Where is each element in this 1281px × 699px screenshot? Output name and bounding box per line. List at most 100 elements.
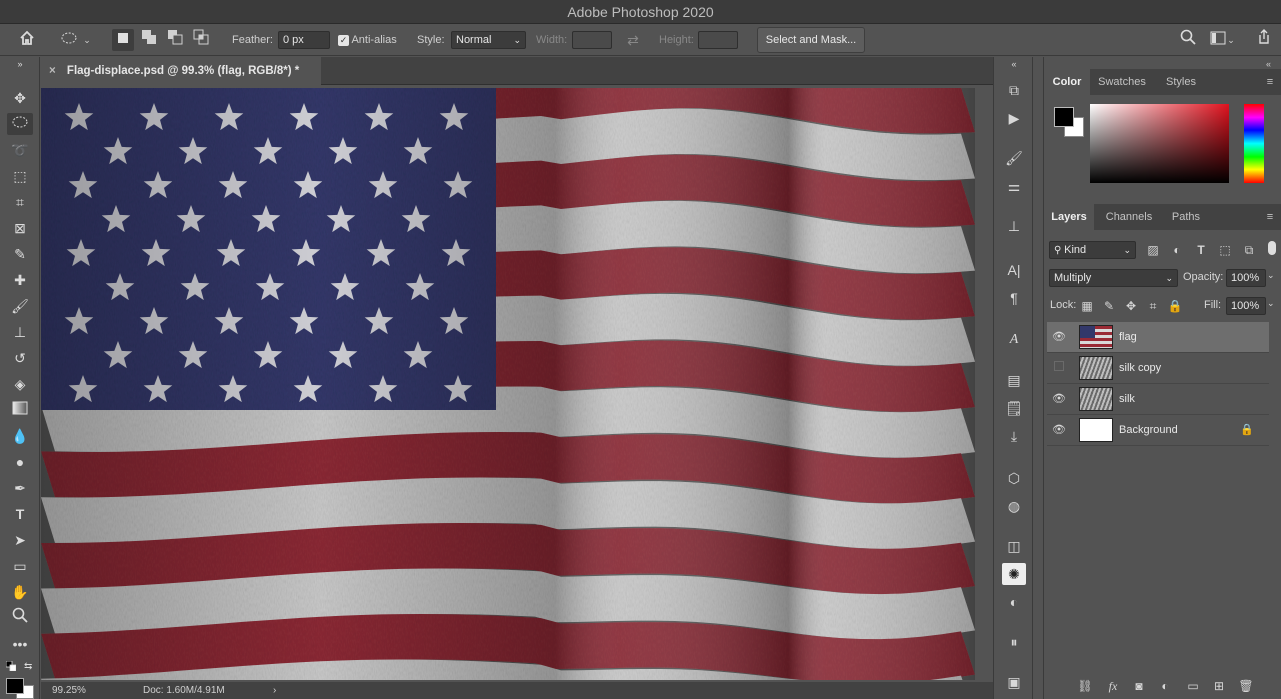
object-selection-tool-icon[interactable]: ⬚ <box>7 165 33 187</box>
add-to-selection-icon[interactable] <box>138 29 160 51</box>
adjustment-circle-icon[interactable]: ◐ <box>1002 591 1026 613</box>
clone-stamp-tool-icon[interactable]: ⊥ <box>7 321 33 343</box>
add-mask-icon[interactable]: ◙ <box>1130 677 1148 695</box>
zoom-tool-icon[interactable] <box>7 607 33 629</box>
home-icon[interactable] <box>16 29 38 51</box>
eyedropper-tool-icon[interactable]: ✎ <box>7 243 33 265</box>
tab-channels[interactable]: Channels <box>1094 204 1164 230</box>
share-icon[interactable] <box>1253 29 1275 51</box>
libraries-panel-icon[interactable]: ◫ <box>1002 535 1026 557</box>
elliptical-marquee-preset-icon[interactable] <box>58 29 80 51</box>
glyphs-panel-icon[interactable]: A <box>1002 329 1026 351</box>
antialias-checkbox[interactable]: ✓ Anti-alias <box>338 24 397 56</box>
lock-position-icon[interactable]: ✥ <box>1122 297 1140 315</box>
chevron-right-icon[interactable]: › <box>273 682 276 699</box>
move-tool-icon[interactable]: ✥ <box>7 87 33 109</box>
filter-type-icon[interactable]: T <box>1192 241 1210 259</box>
chevron-down-icon[interactable]: ⌄ <box>80 29 94 51</box>
elliptical-marquee-tool-icon[interactable] <box>7 113 33 135</box>
more-tools-icon[interactable]: ••• <box>7 633 33 655</box>
lock-image-icon[interactable]: ✎ <box>1100 297 1118 315</box>
tab-layers[interactable]: Layers <box>1044 204 1094 230</box>
history-panel-icon[interactable]: ⧉ <box>1002 79 1026 101</box>
document-canvas[interactable] <box>41 88 975 680</box>
visibility-toggle[interactable] <box>1051 361 1067 375</box>
swap-colors-icon[interactable]: ⇆ <box>24 661 32 672</box>
chevron-down-icon[interactable]: ⌄ <box>1225 29 1237 51</box>
panel-menu-icon[interactable]: ≡ <box>1260 204 1280 230</box>
blend-mode-select[interactable]: Multiply ⌄ <box>1049 269 1178 287</box>
lasso-tool-icon[interactable]: ➰ <box>7 139 33 161</box>
search-icon[interactable] <box>1177 29 1199 51</box>
panel-menu-icon[interactable]: ≡ <box>1260 69 1280 95</box>
filter-pixel-icon[interactable]: ▨ <box>1144 241 1162 259</box>
3d-panel-icon[interactable]: ⬡ <box>1002 467 1026 489</box>
collapse-arrows-icon[interactable]: » <box>7 59 33 69</box>
blur-tool-icon[interactable]: 💧 <box>7 425 33 447</box>
properties-panel-icon[interactable]: ▤ <box>1002 369 1026 391</box>
fill-input[interactable]: 100% <box>1226 297 1266 315</box>
brush-tool-icon[interactable]: 🖌 <box>7 295 33 317</box>
fx-icon[interactable]: fx <box>1104 677 1122 695</box>
tab-color[interactable]: Color <box>1044 69 1090 95</box>
rectangle-tool-icon[interactable]: ▭ <box>7 555 33 577</box>
paragraph-panel-icon[interactable]: ¶ <box>1002 287 1026 309</box>
import-panel-icon[interactable]: ⤓ <box>1002 425 1026 447</box>
tab-paths[interactable]: Paths <box>1164 204 1208 230</box>
filter-adjustment-icon[interactable]: ◐ <box>1168 241 1186 259</box>
3d-materials-panel-icon[interactable]: ◍ <box>1002 495 1026 517</box>
new-selection-icon[interactable] <box>112 29 134 51</box>
crop-tool-icon[interactable]: ⌗ <box>7 191 33 213</box>
brushes-panel-icon[interactable]: 🖌 <box>1002 147 1026 169</box>
tab-swatches[interactable]: Swatches <box>1090 69 1154 95</box>
lock-all-icon[interactable]: 🔒 <box>1166 297 1184 315</box>
chevron-down-icon[interactable]: ⌄ <box>1267 298 1275 309</box>
hand-tool-icon[interactable]: ✋ <box>7 581 33 603</box>
style-select[interactable]: Normal ⌄ <box>451 31 526 49</box>
eraser-tool-icon[interactable]: ◈ <box>7 373 33 395</box>
frame-tool-icon[interactable]: ⊠ <box>7 217 33 239</box>
layer-row-silk-copy[interactable]: silk copy <box>1047 353 1269 384</box>
filter-shape-icon[interactable]: ⬚ <box>1216 241 1234 259</box>
collapse-arrows-icon[interactable]: « <box>1002 59 1026 69</box>
eye-icon[interactable]: 👁 <box>1051 423 1067 437</box>
actions-panel-icon[interactable]: ▶ <box>1002 107 1026 129</box>
intersect-selection-icon[interactable] <box>190 29 212 51</box>
pen-tool-icon[interactable]: ✒ <box>7 477 33 499</box>
path-selection-tool-icon[interactable]: ➤ <box>7 529 33 551</box>
eye-icon[interactable]: 👁 <box>1051 392 1067 406</box>
lock-artboard-icon[interactable]: ⌗ <box>1144 297 1162 315</box>
filter-smart-object-icon[interactable]: ⧉ <box>1240 241 1258 259</box>
new-layer-icon[interactable]: ⊞ <box>1210 677 1228 695</box>
layer-row-background[interactable]: 👁 Background 🔒 <box>1047 415 1269 446</box>
hue-slider[interactable] <box>1244 104 1264 183</box>
adjustments-panel-icon[interactable]: ⚌ <box>1002 175 1026 197</box>
document-tab[interactable]: × Flag-displace.psd @ 99.3% (flag, RGB/8… <box>41 57 321 85</box>
dodge-tool-icon[interactable]: ● <box>7 451 33 473</box>
width-input[interactable] <box>572 31 612 49</box>
eye-icon[interactable]: 👁 <box>1051 330 1067 344</box>
close-icon[interactable]: × <box>49 65 56 77</box>
swirl-panel-icon[interactable]: ✺ <box>1002 563 1026 585</box>
notes-panel-icon[interactable]: 🗒 <box>1002 397 1026 419</box>
character-panel-icon[interactable]: A| <box>1002 259 1026 281</box>
tab-styles[interactable]: Styles <box>1154 69 1208 95</box>
filter-toggle[interactable] <box>1268 241 1276 255</box>
layer-row-flag[interactable]: 👁 flag <box>1047 322 1269 353</box>
default-colors-icon[interactable] <box>5 660 17 672</box>
trash-icon[interactable]: 🗑 <box>1237 677 1255 695</box>
link-layers-icon[interactable]: ⛓ <box>1076 677 1094 695</box>
layer-row-silk[interactable]: 👁 silk <box>1047 384 1269 415</box>
chevron-down-icon[interactable]: ⌄ <box>1267 270 1275 281</box>
color-field[interactable] <box>1090 104 1229 183</box>
folder-icon[interactable]: ▭ <box>1184 677 1202 695</box>
foreground-color-swatch[interactable] <box>6 678 24 694</box>
type-tool-icon[interactable]: T <box>7 503 33 525</box>
collapse-arrows-icon[interactable]: « <box>1266 59 1271 69</box>
swap-arrows-icon[interactable]: ⇄ <box>622 29 644 51</box>
learn-panel-icon[interactable]: ▣ <box>1002 671 1026 693</box>
select-and-mask-button[interactable]: Select and Mask... <box>757 27 865 53</box>
healing-brush-tool-icon[interactable]: ✚ <box>7 269 33 291</box>
opacity-input[interactable]: 100% <box>1226 269 1266 287</box>
plugin-panel-icon[interactable]: ⏸ <box>1002 631 1026 653</box>
